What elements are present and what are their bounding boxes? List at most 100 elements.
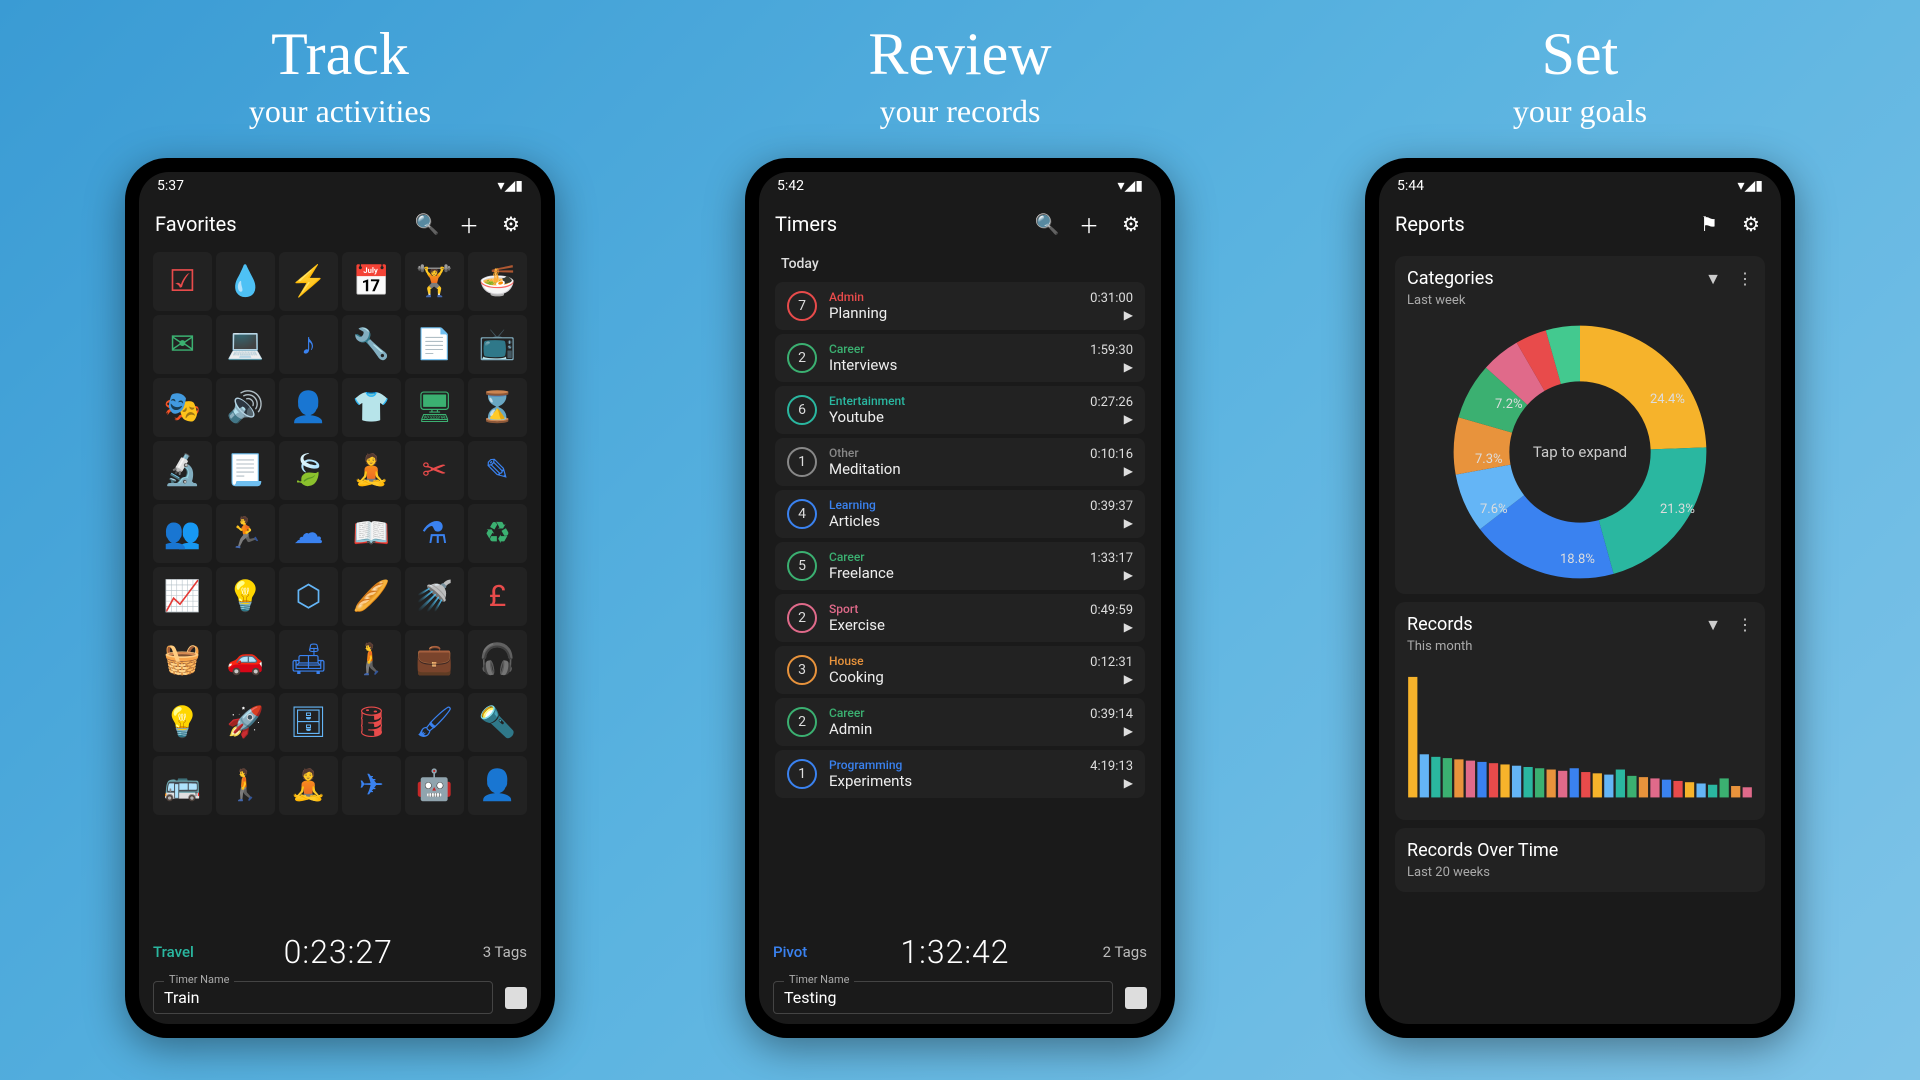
more-icon[interactable]: ⋮ <box>1737 615 1753 634</box>
timer-row[interactable]: 2 Career Admin 0:39:14 ▶ <box>775 698 1145 746</box>
timer-row[interactable]: 4 Learning Articles 0:39:37 ▶ <box>775 490 1145 538</box>
activity-book-icon[interactable]: 📖 <box>342 504 401 563</box>
timer-tags[interactable]: 3 Tags <box>483 943 527 961</box>
add-icon[interactable]: ＋ <box>1075 210 1103 238</box>
timer-name-input[interactable] <box>784 988 1102 1007</box>
more-icon[interactable]: ⋮ <box>1737 269 1753 288</box>
activity-monitor-icon[interactable]: 🖥 <box>405 378 464 437</box>
activity-couch-icon[interactable]: 🛋 <box>279 630 338 689</box>
activity-lamp-icon[interactable]: 💡 <box>153 693 212 752</box>
play-icon[interactable]: ▶ <box>1090 620 1133 634</box>
activity-basket-icon[interactable]: 🧺 <box>153 630 212 689</box>
gear-icon[interactable]: ⚙ <box>1737 210 1765 238</box>
activity-scissors-icon[interactable]: ✂ <box>405 441 464 500</box>
activity-user-icon[interactable]: 👤 <box>468 756 527 815</box>
timer-row[interactable]: 7 Admin Planning 0:31:00 ▶ <box>775 282 1145 330</box>
activity-compass-icon[interactable]: ✎ <box>468 441 527 500</box>
activity-hanger-icon[interactable]: 👕 <box>342 378 401 437</box>
activity-plane-icon[interactable]: ✈ <box>342 756 401 815</box>
gear-icon[interactable]: ⚙ <box>1117 210 1145 238</box>
timer-category[interactable]: Travel <box>153 943 194 961</box>
search-icon[interactable]: 🔍 <box>1033 210 1061 238</box>
activity-checklist-icon[interactable]: ☑ <box>153 252 212 311</box>
report-categories[interactable]: Categories ▼ ⋮ Last week Tap to expand 2… <box>1395 256 1765 594</box>
activity-bus-icon[interactable]: 🚌 <box>153 756 212 815</box>
play-icon[interactable]: ▶ <box>1090 412 1133 426</box>
activity-flask-icon[interactable]: ⚗ <box>405 504 464 563</box>
activity-desk-lamp-icon[interactable]: 🔦 <box>468 693 527 752</box>
activity-run-icon[interactable]: 🏃 <box>216 504 275 563</box>
report-records[interactable]: Records ▼ ⋮ This month <box>1395 602 1765 820</box>
activity-calendar-icon[interactable]: 📅 <box>342 252 401 311</box>
play-icon[interactable]: ▶ <box>1090 724 1133 738</box>
timer-row[interactable]: 1 Other Meditation 0:10:16 ▶ <box>775 438 1145 486</box>
activity-hourglass-icon[interactable]: ⌛ <box>468 378 527 437</box>
search-icon[interactable]: 🔍 <box>413 210 441 238</box>
activity-bulb-icon[interactable]: 💡 <box>216 567 275 626</box>
filter-icon[interactable]: ▼ <box>1705 615 1721 635</box>
timer-row[interactable]: 3 House Cooking 0:12:31 ▶ <box>775 646 1145 694</box>
activity-rocket-icon[interactable]: 🚀 <box>216 693 275 752</box>
activity-yoga-icon[interactable]: 🧘 <box>279 756 338 815</box>
activity-music-icon[interactable]: ♪ <box>279 315 338 374</box>
activity-drop-icon[interactable]: 💧 <box>216 252 275 311</box>
timer-name-field[interactable]: Timer Name <box>153 981 493 1014</box>
activity-laptop-icon[interactable]: 💻 <box>216 315 275 374</box>
activity-doc2-icon[interactable]: 📃 <box>216 441 275 500</box>
stop-button[interactable] <box>505 987 527 1009</box>
filter-icon[interactable]: ▼ <box>1705 269 1721 289</box>
add-icon[interactable]: ＋ <box>455 210 483 238</box>
activity-hike-icon[interactable]: 🚶 <box>342 630 401 689</box>
activity-soup-icon[interactable]: 🍜 <box>468 252 527 311</box>
activity-wrench-icon[interactable]: 🔧 <box>342 315 401 374</box>
activity-mail-icon[interactable]: ✉ <box>153 315 212 374</box>
activity-bread-icon[interactable]: 🥖 <box>342 567 401 626</box>
activity-tv-icon[interactable]: 📺 <box>468 315 527 374</box>
play-icon[interactable]: ▶ <box>1090 308 1133 322</box>
flag-icon[interactable]: ⚑ <box>1695 210 1723 238</box>
bar-chart[interactable] <box>1407 664 1753 804</box>
activity-doc-icon[interactable]: 📄 <box>405 315 464 374</box>
activity-db-icon[interactable]: 🛢 <box>342 693 401 752</box>
activity-shower-icon[interactable]: 🚿 <box>405 567 464 626</box>
activity-brush-icon[interactable]: 🖌 <box>405 693 464 752</box>
activity-car-icon[interactable]: 🚗 <box>216 630 275 689</box>
activity-pound-icon[interactable]: £ <box>468 567 527 626</box>
timer-category[interactable]: Pivot <box>773 943 807 961</box>
play-icon[interactable]: ▶ <box>1090 672 1133 686</box>
play-icon[interactable]: ▶ <box>1090 568 1133 582</box>
activity-walk-icon[interactable]: 🚶 <box>216 756 275 815</box>
play-icon[interactable]: ▶ <box>1090 360 1133 374</box>
activity-briefcase-icon[interactable]: 💼 <box>405 630 464 689</box>
activity-dumbbell-icon[interactable]: 🏋 <box>405 252 464 311</box>
activity-hex-icon[interactable]: ⬡ <box>279 567 338 626</box>
activity-person-icon[interactable]: 👤 <box>279 378 338 437</box>
timer-row[interactable]: 2 Career Interviews 1:59:30 ▶ <box>775 334 1145 382</box>
timer-name-field[interactable]: Timer Name <box>773 981 1113 1014</box>
activity-masks-icon[interactable]: 🎭 <box>153 378 212 437</box>
activity-server-icon[interactable]: 🗄 <box>279 693 338 752</box>
activity-leaf-icon[interactable]: 🍃 <box>279 441 338 500</box>
gear-icon[interactable]: ⚙ <box>497 210 525 238</box>
activity-bolt-icon[interactable]: ⚡ <box>279 252 338 311</box>
activity-recycle-icon[interactable]: ♻ <box>468 504 527 563</box>
activity-people-icon[interactable]: 👥 <box>153 504 212 563</box>
timer-row[interactable]: 2 Sport Exercise 0:49:59 ▶ <box>775 594 1145 642</box>
timer-row[interactable]: 6 Entertainment Youtube 0:27:26 ▶ <box>775 386 1145 434</box>
activity-cloud-icon[interactable]: ☁ <box>279 504 338 563</box>
timer-row[interactable]: 1 Programming Experiments 4:19:13 ▶ <box>775 750 1145 798</box>
activity-chart-icon[interactable]: 📈 <box>153 567 212 626</box>
stop-button[interactable] <box>1125 987 1147 1009</box>
activity-speaker-icon[interactable]: 🔊 <box>216 378 275 437</box>
activity-meditate-icon[interactable]: 🧘 <box>342 441 401 500</box>
report-overtime[interactable]: Records Over Time Last 20 weeks <box>1395 828 1765 892</box>
play-icon[interactable]: ▶ <box>1090 464 1133 478</box>
timer-name-input[interactable] <box>164 988 482 1007</box>
play-icon[interactable]: ▶ <box>1090 516 1133 530</box>
activity-robot-icon[interactable]: 🤖 <box>405 756 464 815</box>
play-icon[interactable]: ▶ <box>1090 776 1133 790</box>
activity-microscope-icon[interactable]: 🔬 <box>153 441 212 500</box>
timer-tags[interactable]: 2 Tags <box>1103 943 1147 961</box>
activity-headphones-icon[interactable]: 🎧 <box>468 630 527 689</box>
timer-row[interactable]: 5 Career Freelance 1:33:17 ▶ <box>775 542 1145 590</box>
